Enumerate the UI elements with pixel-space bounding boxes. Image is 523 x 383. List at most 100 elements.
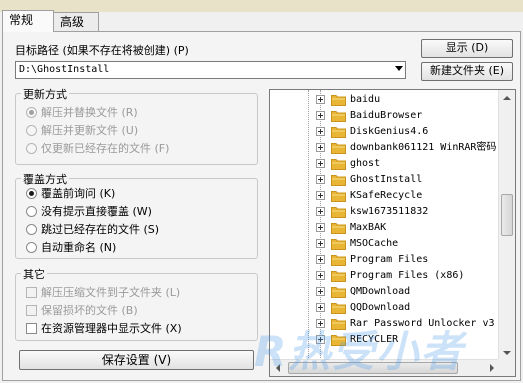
folder-tree-item[interactable]: QMDownload bbox=[270, 284, 498, 300]
expand-icon[interactable] bbox=[316, 207, 325, 216]
arrow-down-icon bbox=[502, 350, 511, 355]
folder-tree-item[interactable]: GhostInstall bbox=[270, 172, 498, 188]
misc-option-show-in-explorer[interactable]: 在资源管理器中显示文件 (X) bbox=[26, 320, 182, 336]
folder-icon bbox=[331, 191, 346, 202]
general-tab-panel: 目标路径 (如果不存在将被创建) (P) 显示 (D) D:\GhostInst… bbox=[2, 31, 521, 381]
expand-icon[interactable] bbox=[316, 191, 325, 200]
folder-tree-item[interactable]: Rar Password Unlocker v3 bbox=[270, 316, 498, 332]
folder-tree-item[interactable]: Program Files bbox=[270, 252, 498, 268]
horizontal-scroll-thumb[interactable] bbox=[288, 362, 458, 374]
arrow-left-icon bbox=[275, 363, 280, 372]
radio-button[interactable] bbox=[26, 205, 37, 217]
radio-button[interactable] bbox=[26, 241, 37, 253]
folder-icon bbox=[331, 287, 346, 298]
radio-button[interactable] bbox=[26, 187, 37, 199]
arrow-right-icon bbox=[489, 363, 494, 372]
expand-icon[interactable] bbox=[316, 111, 325, 120]
folder-tree-item[interactable]: QQDownload bbox=[270, 300, 498, 316]
expand-icon[interactable] bbox=[316, 335, 325, 344]
update-mode-title: 更新方式 bbox=[21, 86, 69, 102]
folder-tree-item[interactable]: ghost bbox=[270, 156, 498, 172]
folder-tree-item[interactable]: downbank061121 WinRAR密码 bbox=[270, 140, 498, 156]
save-settings-button[interactable]: 保存设置 (V) bbox=[19, 350, 254, 370]
folder-icon bbox=[331, 95, 346, 106]
misc-option-subfolder[interactable]: 解压压缩文件到子文件夹 (L) bbox=[26, 284, 180, 300]
update-option-existing-only-label: 仅更新已经存在的文件 (F) bbox=[41, 142, 170, 155]
folder-tree-item-label: Program Files (x86) bbox=[350, 270, 465, 281]
overwrite-option-skip-label: 跳过已经存在的文件 (S) bbox=[41, 223, 160, 236]
expand-icon[interactable] bbox=[316, 175, 325, 184]
folder-tree-item[interactable]: RECYCLER bbox=[270, 332, 498, 348]
folder-tree-item[interactable]: MaxBAK bbox=[270, 220, 498, 236]
folder-tree-item[interactable]: MSOCache bbox=[270, 236, 498, 252]
folder-tree[interactable]: baidu BaiduBrowser DiskGenius4.6 downbank06… bbox=[269, 89, 516, 377]
radio-button[interactable] bbox=[26, 124, 37, 136]
folder-tree-item[interactable]: Program Files (x86) bbox=[270, 268, 498, 284]
folder-icon bbox=[331, 111, 346, 122]
overwrite-option-rename[interactable]: 自动重命名 (N) bbox=[26, 239, 116, 255]
tab-general[interactable]: 常规 bbox=[2, 10, 54, 32]
update-option-existing-only[interactable]: 仅更新已经存在的文件 (F) bbox=[26, 140, 169, 156]
folder-tree-item-label: ghost bbox=[350, 158, 381, 169]
expand-icon[interactable] bbox=[316, 239, 325, 248]
expand-icon[interactable] bbox=[316, 255, 325, 264]
folder-tree-item-label: GhostInstall bbox=[350, 174, 423, 185]
misc-option-keep-broken-label: 保留损坏的文件 (B) bbox=[41, 304, 138, 317]
overwrite-option-without-prompt-label: 没有提示直接覆盖 (W) bbox=[41, 205, 152, 218]
folder-icon bbox=[331, 271, 346, 282]
show-button[interactable]: 显示 (D) bbox=[421, 39, 513, 58]
folder-tree-item[interactable]: DiskGenius4.6 bbox=[270, 124, 498, 140]
folder-tree-item-label: MaxBAK bbox=[350, 222, 387, 233]
checkbox[interactable] bbox=[26, 304, 37, 316]
vertical-scroll-thumb[interactable] bbox=[501, 194, 513, 236]
folder-tree-item-label: downbank061121 WinRAR密码 bbox=[350, 142, 497, 153]
radio-button[interactable] bbox=[26, 106, 37, 118]
radio-button[interactable] bbox=[26, 142, 37, 154]
overwrite-option-ask-label: 覆盖前询问 (K) bbox=[41, 187, 116, 200]
update-option-update-label: 解压并更新文件 (U) bbox=[41, 124, 139, 137]
folder-tree-item[interactable]: BaiduBrowser bbox=[270, 108, 498, 124]
scroll-left-button[interactable] bbox=[270, 360, 285, 375]
folder-tree-item-label: ksw1673511832 bbox=[350, 206, 429, 217]
target-path-value: D:\GhostInstall bbox=[19, 64, 110, 75]
scrollbar-corner bbox=[498, 359, 515, 376]
folder-tree-item[interactable]: baidu bbox=[270, 92, 498, 108]
update-option-replace[interactable]: 解压并替换文件 (R) bbox=[26, 104, 138, 120]
overwrite-option-ask[interactable]: 覆盖前询问 (K) bbox=[26, 185, 115, 201]
expand-icon[interactable] bbox=[316, 143, 325, 152]
folder-tree-item[interactable]: KSafeRecycle bbox=[270, 188, 498, 204]
misc-option-subfolder-label: 解压压缩文件到子文件夹 (L) bbox=[41, 286, 181, 299]
folder-tree-item-label: MSOCache bbox=[350, 238, 399, 249]
vertical-scrollbar[interactable] bbox=[498, 90, 515, 360]
chevron-down-icon[interactable] bbox=[395, 66, 403, 71]
overwrite-option-without-prompt[interactable]: 没有提示直接覆盖 (W) bbox=[26, 203, 152, 219]
folder-tree-item-label: RECYCLER bbox=[350, 334, 399, 345]
misc-option-keep-broken[interactable]: 保留损坏的文件 (B) bbox=[26, 302, 138, 318]
expand-icon[interactable] bbox=[316, 159, 325, 168]
tab-bar: 常规 高级 bbox=[0, 10, 523, 32]
scroll-down-button[interactable] bbox=[499, 345, 514, 360]
tab-advanced[interactable]: 高级 bbox=[53, 12, 99, 31]
expand-icon[interactable] bbox=[316, 127, 325, 136]
folder-tree-item-label: QMDownload bbox=[350, 286, 411, 297]
expand-icon[interactable] bbox=[316, 223, 325, 232]
target-path-combobox[interactable]: D:\GhostInstall bbox=[15, 61, 406, 79]
checkbox[interactable] bbox=[26, 286, 37, 298]
horizontal-scrollbar[interactable] bbox=[270, 359, 499, 376]
expand-icon[interactable] bbox=[316, 319, 325, 328]
expand-icon[interactable] bbox=[316, 287, 325, 296]
folder-tree-item-label: BaiduBrowser bbox=[350, 110, 423, 121]
target-path-label: 目标路径 (如果不存在将被创建) (P) bbox=[15, 44, 189, 57]
overwrite-option-skip[interactable]: 跳过已经存在的文件 (S) bbox=[26, 221, 159, 237]
update-option-update[interactable]: 解压并更新文件 (U) bbox=[26, 122, 138, 138]
expand-icon[interactable] bbox=[316, 303, 325, 312]
folder-icon bbox=[331, 335, 346, 346]
scroll-right-button[interactable] bbox=[484, 360, 499, 375]
checkbox[interactable] bbox=[26, 322, 37, 334]
expand-icon[interactable] bbox=[316, 271, 325, 280]
scroll-up-button[interactable] bbox=[499, 90, 514, 105]
radio-button[interactable] bbox=[26, 223, 37, 235]
folder-tree-item[interactable]: ksw1673511832 bbox=[270, 204, 498, 220]
expand-icon[interactable] bbox=[316, 95, 325, 104]
new-folder-button[interactable]: 新建文件夹 (E) bbox=[421, 62, 513, 81]
